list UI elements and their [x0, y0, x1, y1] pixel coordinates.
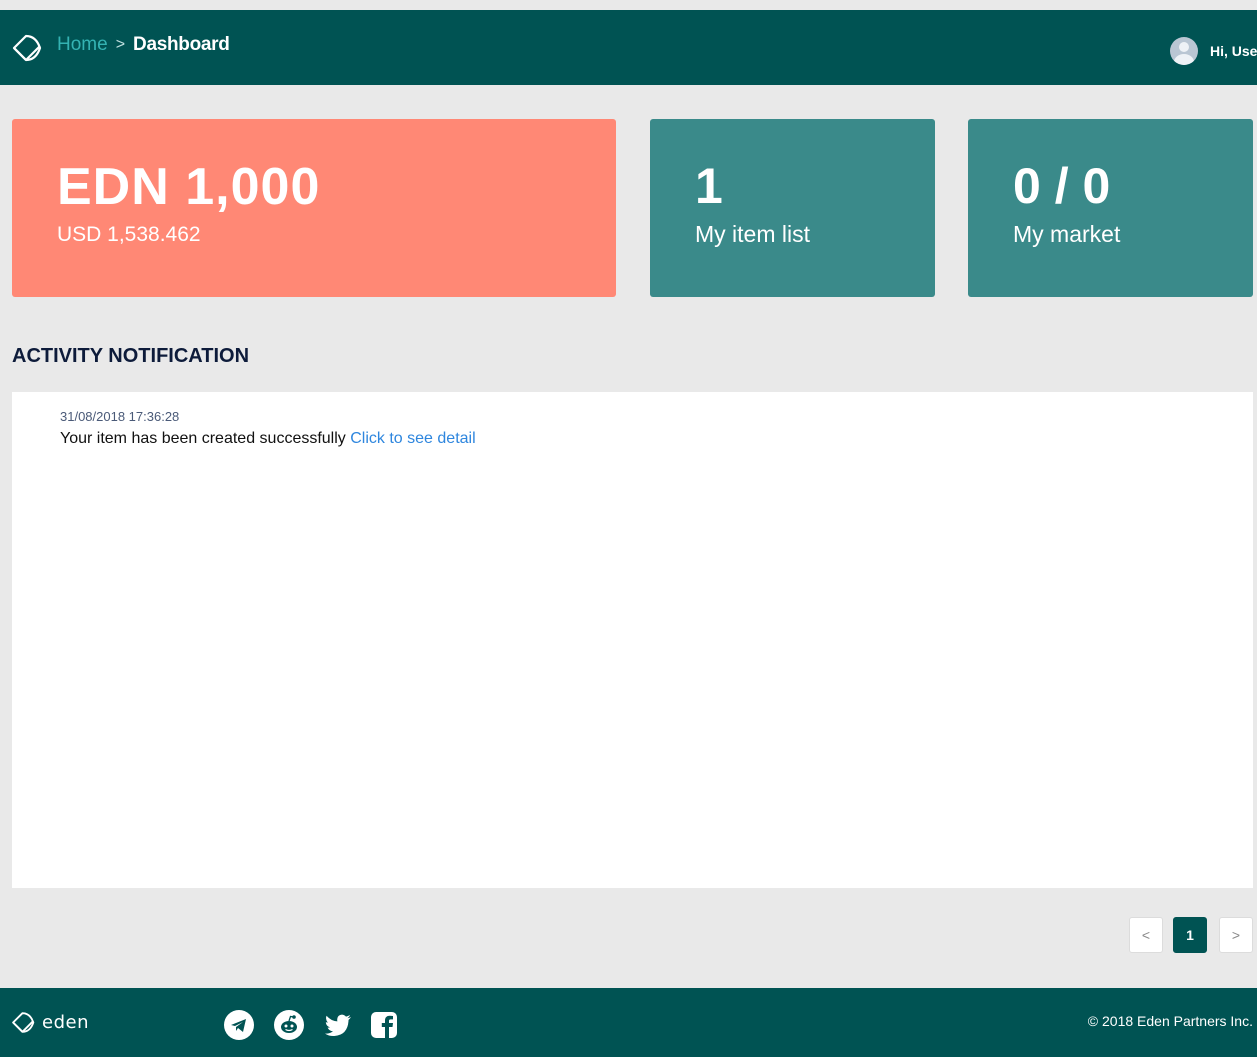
notification-time: 31/08/2018 17:36:28 [60, 409, 180, 424]
my-item-list-card[interactable]: 1 My item list [650, 119, 935, 297]
balance-usd: USD 1,538.462 [57, 223, 201, 246]
top-header: Home > Dashboard Hi, User [0, 10, 1257, 85]
pagination-next-button[interactable]: > [1219, 917, 1253, 953]
footer-brand: eden [42, 1012, 89, 1033]
activity-title: ACTIVITY NOTIFICATION [12, 345, 250, 367]
copyright-text: © 2018 Eden Partners Inc. [1087, 1013, 1253, 1029]
notification-item: 31/08/2018 17:36:28 Your item has been c… [60, 409, 476, 448]
balance-amount: EDN 1,000 [57, 158, 321, 216]
eden-logo-icon[interactable] [10, 32, 46, 64]
breadcrumb: Home > Dashboard [57, 34, 230, 56]
market-count: 0 / 0 [1013, 158, 1111, 214]
notification-message: Your item has been created successfully … [60, 430, 476, 448]
my-market-card[interactable]: 0 / 0 My market [968, 119, 1253, 297]
notification-list: 31/08/2018 17:36:28 Your item has been c… [12, 392, 1253, 888]
notification-text: Your item has been created successfully [60, 430, 346, 447]
breadcrumb-current: Dashboard [133, 34, 230, 55]
user-menu[interactable]: Hi, User [1170, 37, 1257, 65]
item-list-label: My item list [695, 221, 810, 247]
footer: eden © 2018 Eden Partners Inc. [0, 988, 1257, 1057]
twitter-icon[interactable] [323, 1010, 353, 1040]
pagination-prev-button[interactable]: < [1129, 917, 1163, 953]
pagination-page-button[interactable]: 1 [1173, 917, 1207, 953]
user-avatar-icon[interactable] [1170, 37, 1198, 65]
breadcrumb-home-link[interactable]: Home [57, 34, 108, 56]
notification-detail-link[interactable]: Click to see detail [350, 430, 475, 447]
telegram-icon[interactable] [224, 1010, 254, 1040]
market-label: My market [1013, 221, 1121, 247]
reddit-icon[interactable] [274, 1010, 304, 1040]
facebook-icon[interactable] [369, 1010, 399, 1040]
item-count: 1 [695, 158, 723, 214]
balance-card: EDN 1,000 USD 1,538.462 [12, 119, 616, 297]
breadcrumb-separator: > [115, 36, 126, 53]
eden-logo-icon[interactable] [10, 1010, 38, 1035]
user-greeting[interactable]: Hi, User [1210, 43, 1257, 59]
